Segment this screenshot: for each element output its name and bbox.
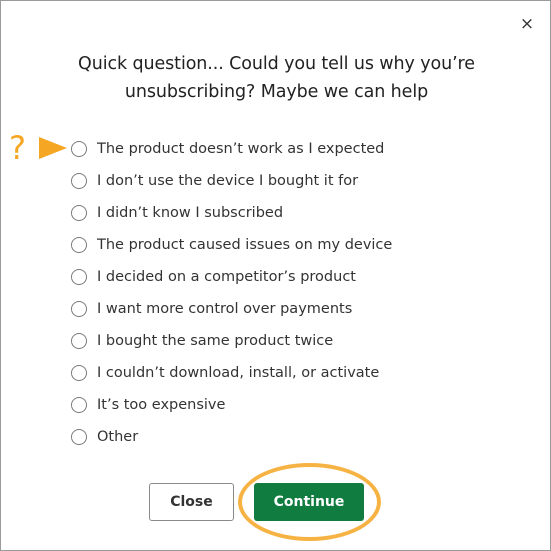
close-button[interactable]: Close — [149, 483, 234, 521]
reason-options: The product doesn’t work as I expected I… — [71, 133, 511, 453]
option-label: I couldn’t download, install, or activat… — [97, 365, 380, 381]
radio-button[interactable] — [71, 429, 87, 445]
radio-button[interactable] — [71, 397, 87, 413]
radio-button[interactable] — [71, 301, 87, 317]
radio-button[interactable] — [71, 173, 87, 189]
radio-button[interactable] — [71, 141, 87, 157]
option-row[interactable]: Other — [71, 421, 511, 453]
question-mark-icon: ? — [9, 129, 26, 167]
option-label: I didn’t know I subscribed — [97, 205, 284, 221]
option-label: It’s too expensive — [97, 397, 226, 413]
option-label: The product doesn’t work as I expected — [97, 141, 385, 157]
option-row[interactable]: It’s too expensive — [71, 389, 511, 421]
radio-button[interactable] — [71, 205, 87, 221]
unsubscribe-dialog: × Quick question... Could you tell us wh… — [0, 0, 551, 551]
option-row[interactable]: I bought the same product twice — [71, 325, 511, 357]
arrow-right-icon — [39, 137, 67, 159]
radio-button[interactable] — [71, 365, 87, 381]
dialog-title: Quick question... Could you tell us why … — [78, 54, 475, 102]
radio-button[interactable] — [71, 237, 87, 253]
hint-annotation: ? — [9, 129, 69, 169]
option-row[interactable]: I decided on a competitor’s product — [71, 261, 511, 293]
dialog-actions: Close Continue — [1, 483, 551, 521]
radio-button[interactable] — [71, 269, 87, 285]
close-icon[interactable]: × — [516, 13, 538, 35]
option-row[interactable]: I want more control over payments — [71, 293, 511, 325]
option-label: I want more control over payments — [97, 301, 353, 317]
option-label: I decided on a competitor’s product — [97, 269, 356, 285]
radio-button[interactable] — [71, 333, 87, 349]
option-row[interactable]: I don’t use the device I bought it for — [71, 165, 511, 197]
option-label: Other — [97, 429, 139, 445]
option-row[interactable]: The product doesn’t work as I expected — [71, 133, 511, 165]
option-label: I don’t use the device I bought it for — [97, 173, 359, 189]
option-label: I bought the same product twice — [97, 333, 334, 349]
continue-button[interactable]: Continue — [254, 483, 364, 521]
option-row[interactable]: I couldn’t download, install, or activat… — [71, 357, 511, 389]
option-row[interactable]: The product caused issues on my device — [71, 229, 511, 261]
option-label: The product caused issues on my device — [97, 237, 393, 253]
option-row[interactable]: I didn’t know I subscribed — [71, 197, 511, 229]
